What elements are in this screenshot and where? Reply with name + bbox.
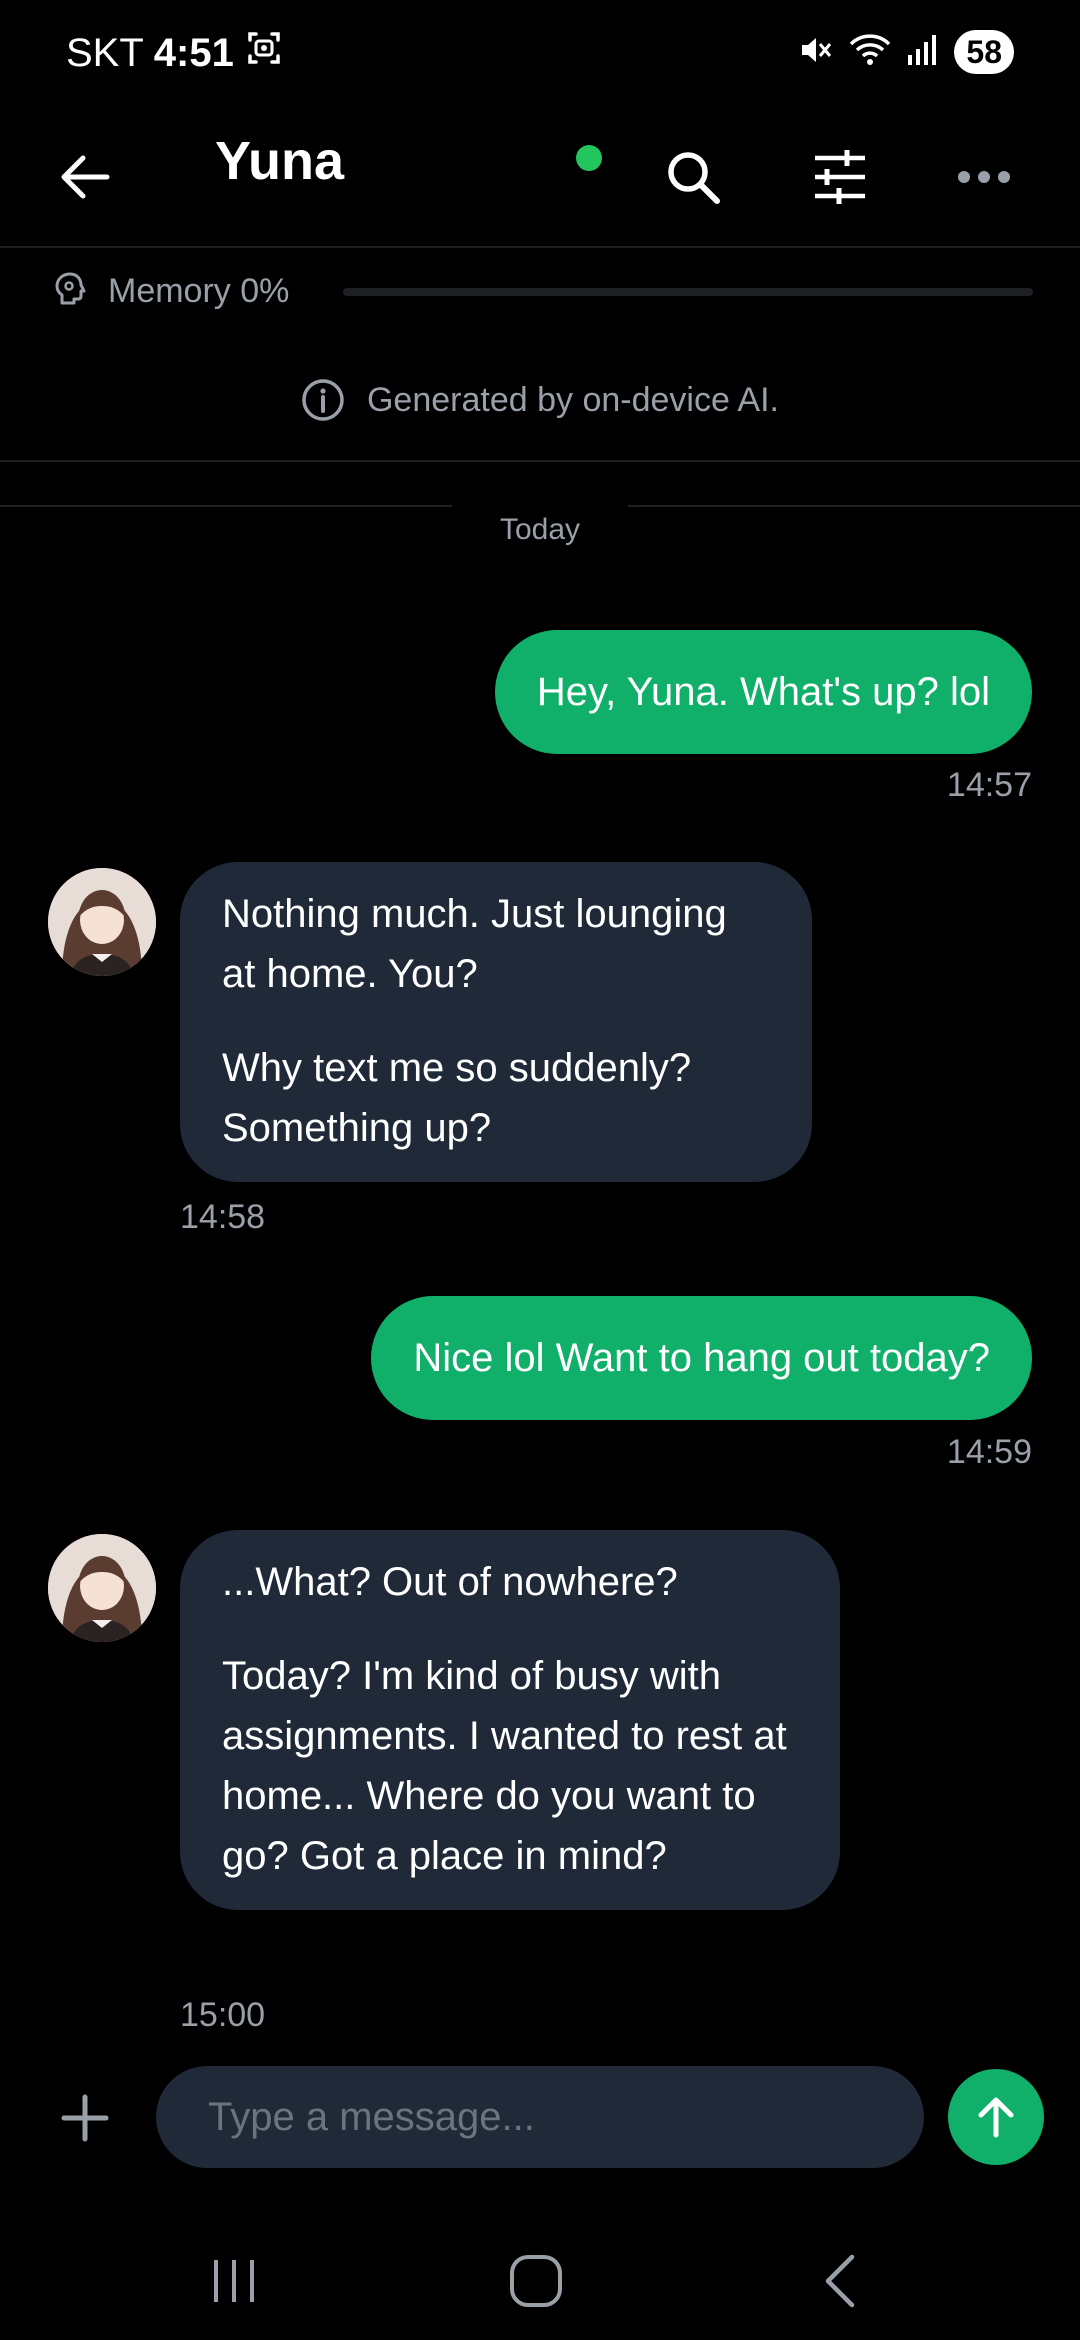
outgoing-message-bubble[interactable]: Hey, Yuna. What's up? lol bbox=[494, 630, 1032, 754]
home-button[interactable] bbox=[486, 2246, 586, 2316]
mute-icon bbox=[798, 32, 834, 73]
message-text: Nice lol Want to hang out today? bbox=[413, 1336, 990, 1380]
ai-disclaimer: Generated by on-device AI. bbox=[0, 360, 1080, 440]
info-icon bbox=[302, 379, 344, 421]
message-text: ...What? Out of nowhere? bbox=[222, 1560, 678, 1604]
back-chevron-icon bbox=[825, 2254, 855, 2308]
memory-progress-bar bbox=[343, 288, 1033, 296]
signal-icon bbox=[906, 33, 940, 72]
message-timestamp: 14:59 bbox=[946, 1433, 1032, 1471]
back-nav-button[interactable] bbox=[790, 2246, 890, 2316]
arrow-up-icon bbox=[978, 2097, 1014, 2138]
brain-icon bbox=[50, 270, 90, 315]
message-text: Why text me so suddenly? Something up? bbox=[222, 1046, 692, 1150]
avatar-image bbox=[48, 868, 156, 976]
avatar[interactable] bbox=[48, 868, 156, 976]
more-button[interactable] bbox=[939, 132, 1029, 222]
back-button[interactable] bbox=[50, 132, 120, 222]
message-timestamp: 14:57 bbox=[946, 766, 1032, 804]
outgoing-message-bubble[interactable]: Nice lol Want to hang out today? bbox=[371, 1296, 1032, 1420]
recent-apps-button[interactable] bbox=[184, 2246, 284, 2316]
attach-button[interactable] bbox=[50, 2078, 120, 2158]
status-bar: SKT 4:51 58 bbox=[0, 0, 1080, 110]
message-text: Today? I'm kind of busy with assignments… bbox=[222, 1654, 787, 1878]
plus-icon bbox=[61, 2094, 109, 2142]
memory-label: Memory 0% bbox=[108, 272, 290, 310]
screenshot-icon bbox=[244, 28, 284, 78]
avatar-image bbox=[48, 1534, 156, 1642]
carrier-label: SKT bbox=[66, 30, 144, 75]
chat-title: Yuna bbox=[215, 131, 345, 191]
home-icon bbox=[510, 2255, 562, 2307]
ai-disclaimer-text: Generated by on-device AI. bbox=[366, 380, 780, 419]
status-right: 58 bbox=[798, 30, 1014, 74]
clock: 4:51 bbox=[153, 30, 234, 75]
wifi-icon bbox=[848, 32, 892, 73]
separator-line-left bbox=[0, 505, 452, 507]
date-separator: Today bbox=[0, 505, 1080, 555]
date-separator-label: Today bbox=[499, 513, 581, 546]
incoming-message-bubble[interactable]: ...What? Out of nowhere? Today? I'm kind… bbox=[180, 1530, 840, 1910]
avatar[interactable] bbox=[48, 1534, 156, 1642]
incoming-message-bubble[interactable]: Nothing much. Just lounging at home. You… bbox=[180, 862, 812, 1182]
separator-line-right bbox=[628, 505, 1080, 507]
status-left: SKT 4:51 bbox=[66, 28, 284, 78]
more-dots-icon bbox=[958, 171, 1010, 183]
message-timestamp: 14:58 bbox=[180, 1198, 266, 1236]
send-button[interactable] bbox=[948, 2069, 1044, 2165]
chat-header: Yuna bbox=[0, 110, 1080, 248]
message-input[interactable] bbox=[156, 2066, 924, 2168]
back-arrow-icon bbox=[61, 155, 110, 199]
battery-icon: 58 bbox=[954, 30, 1014, 74]
message-timestamp: 15:00 bbox=[180, 1996, 266, 2034]
search-button[interactable] bbox=[648, 132, 738, 222]
message-text: Nothing much. Just lounging at home. You… bbox=[222, 892, 727, 996]
online-status-dot bbox=[576, 145, 602, 171]
system-nav-bar bbox=[0, 2220, 1080, 2340]
recent-apps-icon bbox=[214, 2260, 254, 2302]
message-text: Hey, Yuna. What's up? lol bbox=[536, 670, 990, 714]
memory-indicator: Memory 0% bbox=[0, 250, 1080, 330]
settings-button[interactable] bbox=[795, 132, 885, 222]
divider bbox=[0, 460, 1080, 462]
sliders-icon bbox=[815, 150, 865, 204]
search-icon bbox=[668, 152, 720, 204]
message-composer bbox=[0, 2066, 1080, 2170]
